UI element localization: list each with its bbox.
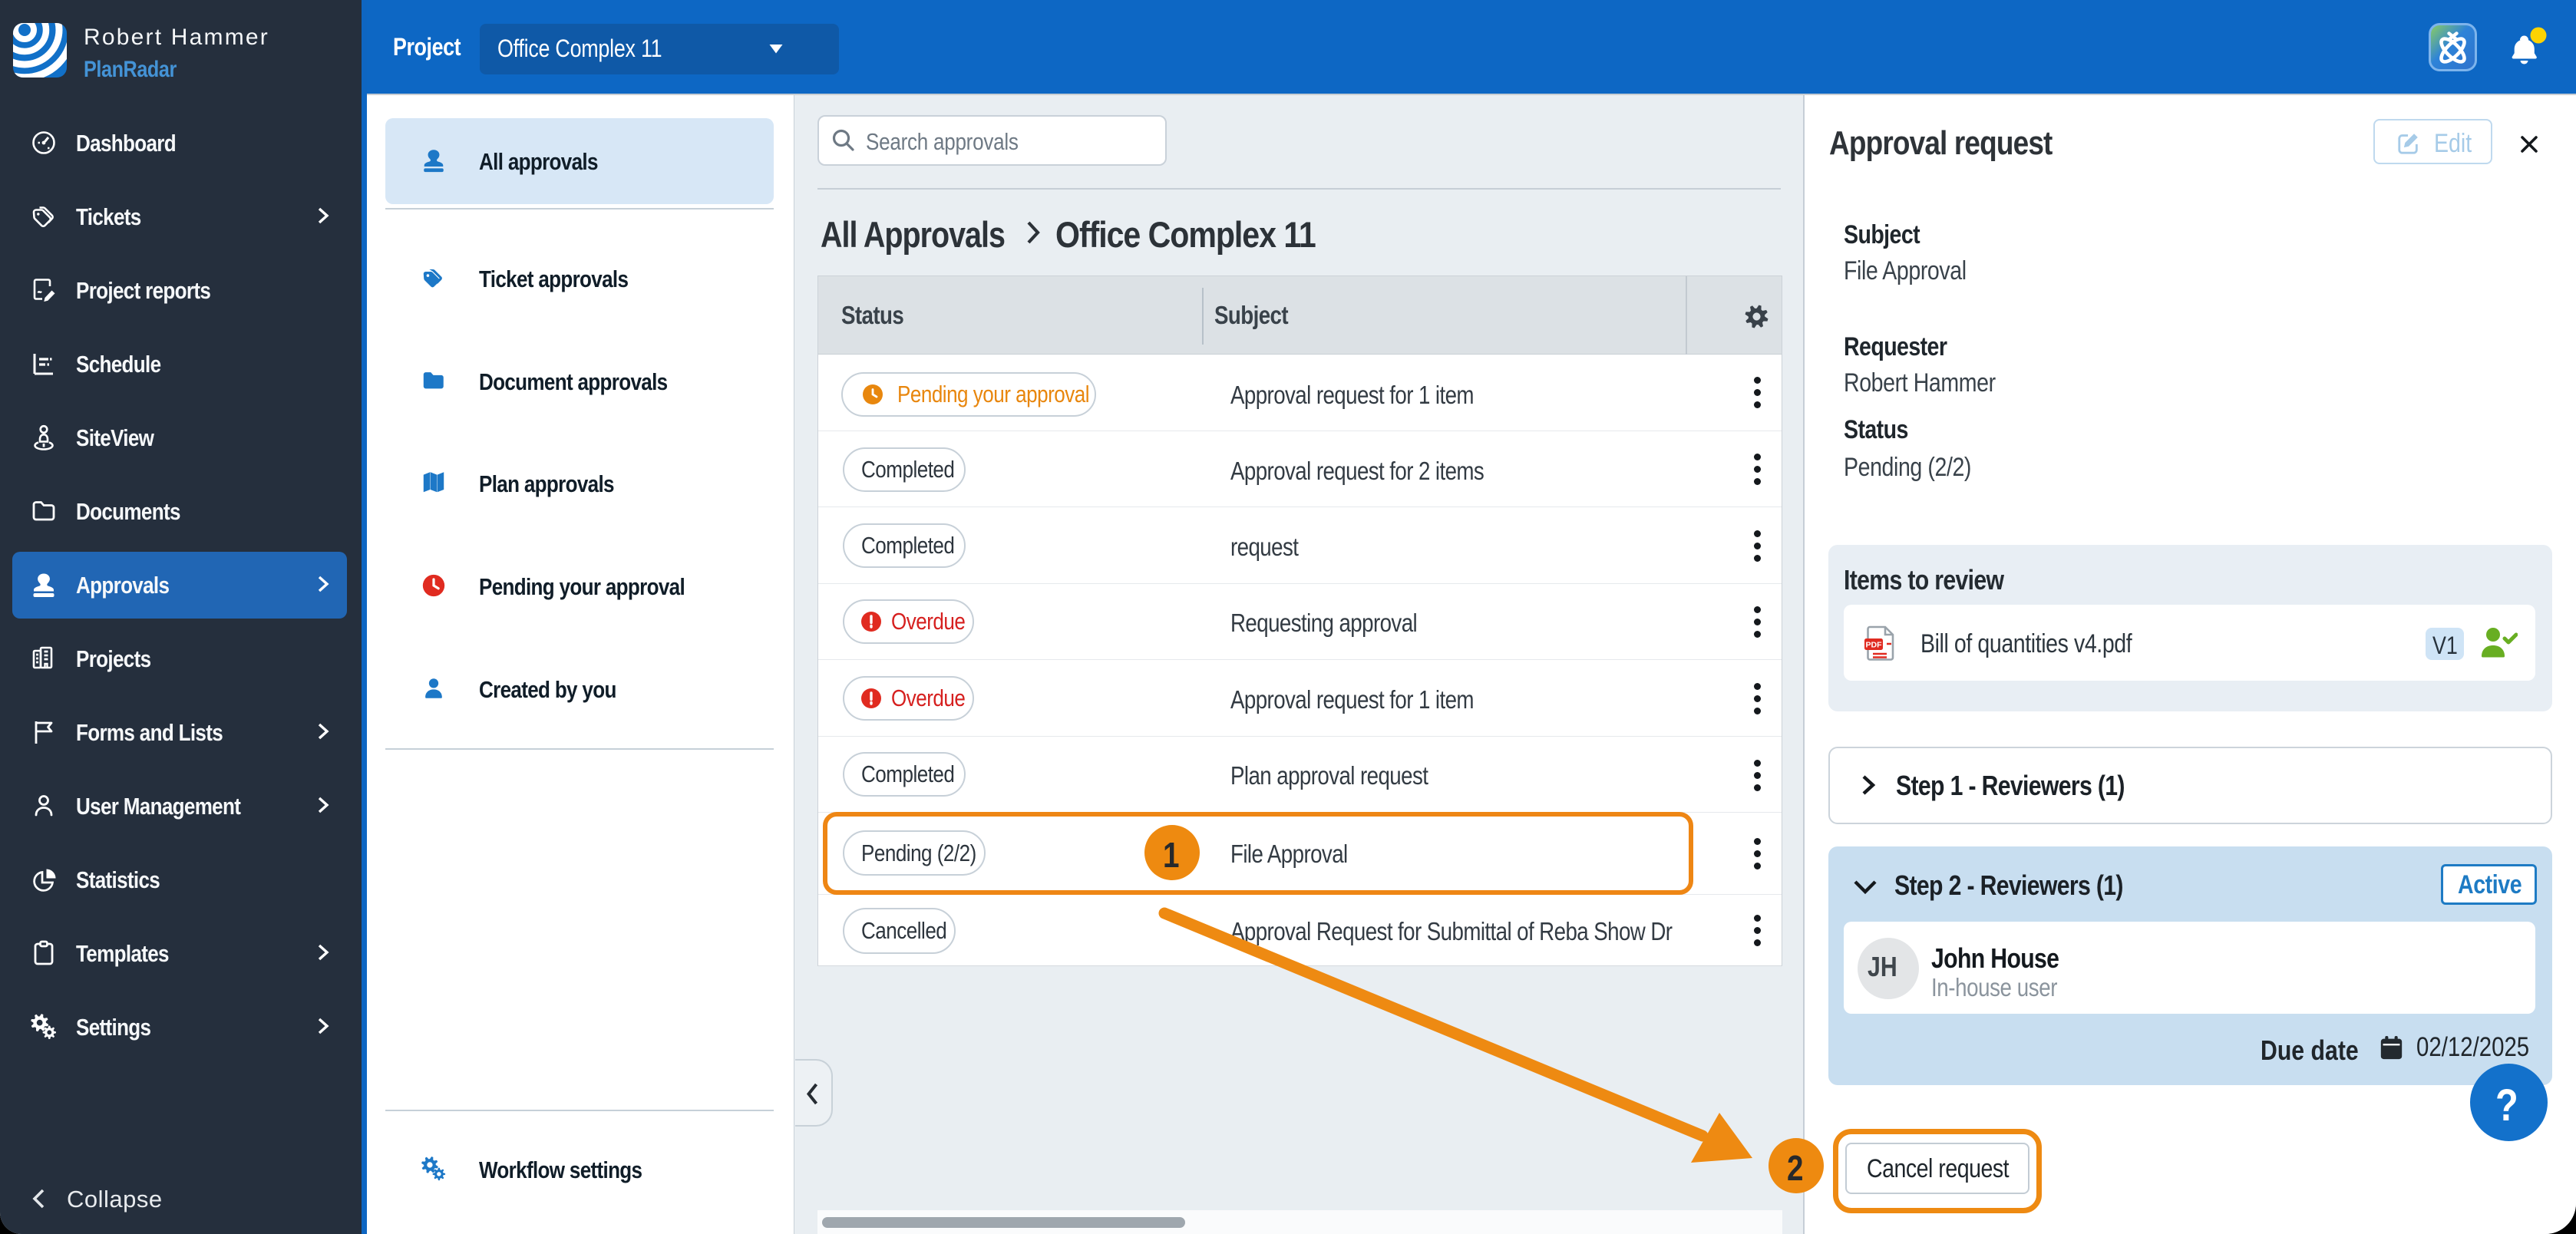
svg-text:PDF: PDF (1866, 641, 1883, 650)
